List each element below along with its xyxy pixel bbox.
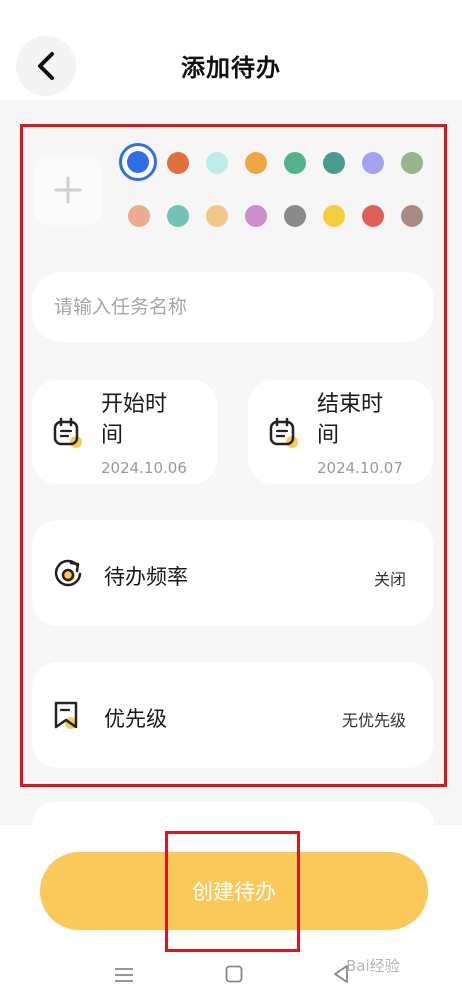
- watermark-text: Bai经验: [346, 957, 400, 975]
- page-title: 添加待办: [181, 54, 281, 82]
- annotation-box-button: [165, 831, 300, 952]
- home-icon[interactable]: [225, 965, 243, 983]
- menu-icon[interactable]: [114, 967, 134, 983]
- next-card-partial: [32, 802, 434, 825]
- annotation-box-form: [20, 124, 447, 787]
- header-bar: 添加待办: [0, 0, 462, 100]
